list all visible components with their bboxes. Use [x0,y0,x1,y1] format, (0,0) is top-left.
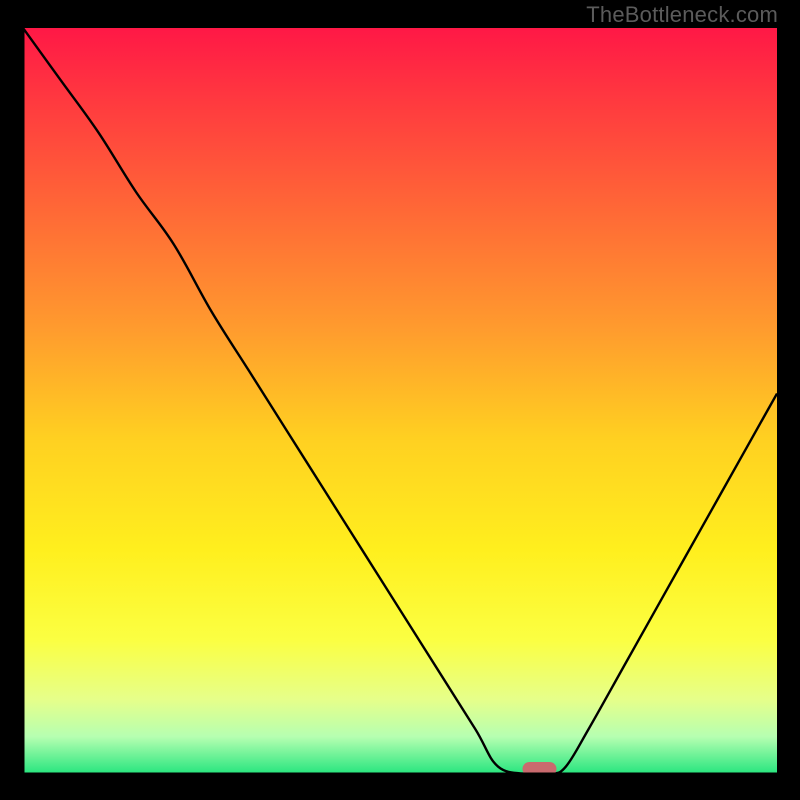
bottleneck-chart [0,0,800,800]
gradient-background [23,28,777,774]
chart-frame: { "watermark": "TheBottleneck.com", "col… [0,0,800,800]
